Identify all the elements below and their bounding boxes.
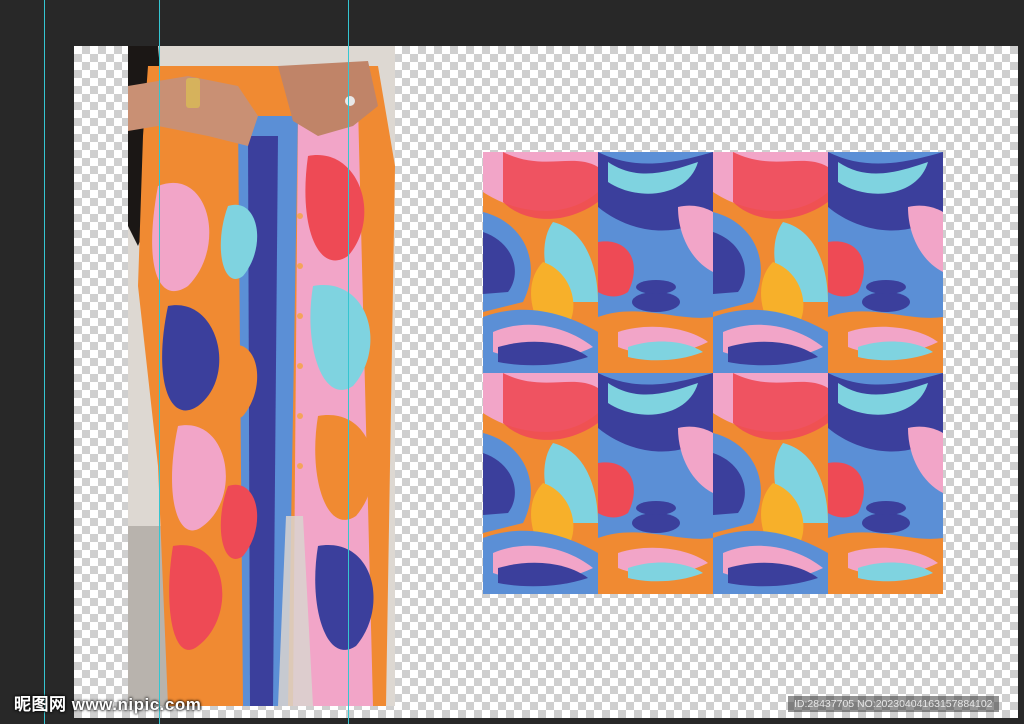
guide-line-2[interactable] [159, 0, 160, 724]
watermark-image-id: ID:28437705 NO:20230404163157884102 [788, 696, 999, 712]
guide-line-1[interactable] [44, 0, 45, 724]
watermark-site-brand: 昵图网 www.nipic.com [14, 695, 202, 714]
seamless-pattern-tile[interactable] [483, 152, 943, 594]
abstract-lips-leaf-pattern [483, 152, 943, 594]
guide-line-3[interactable] [348, 0, 349, 724]
photoshop-workspace: 昵图网 www.nipic.com ID:28437705 NO:2023040… [0, 0, 1024, 724]
model-dress-photo[interactable] [128, 46, 395, 706]
dress-pattern-illustration [128, 46, 395, 706]
